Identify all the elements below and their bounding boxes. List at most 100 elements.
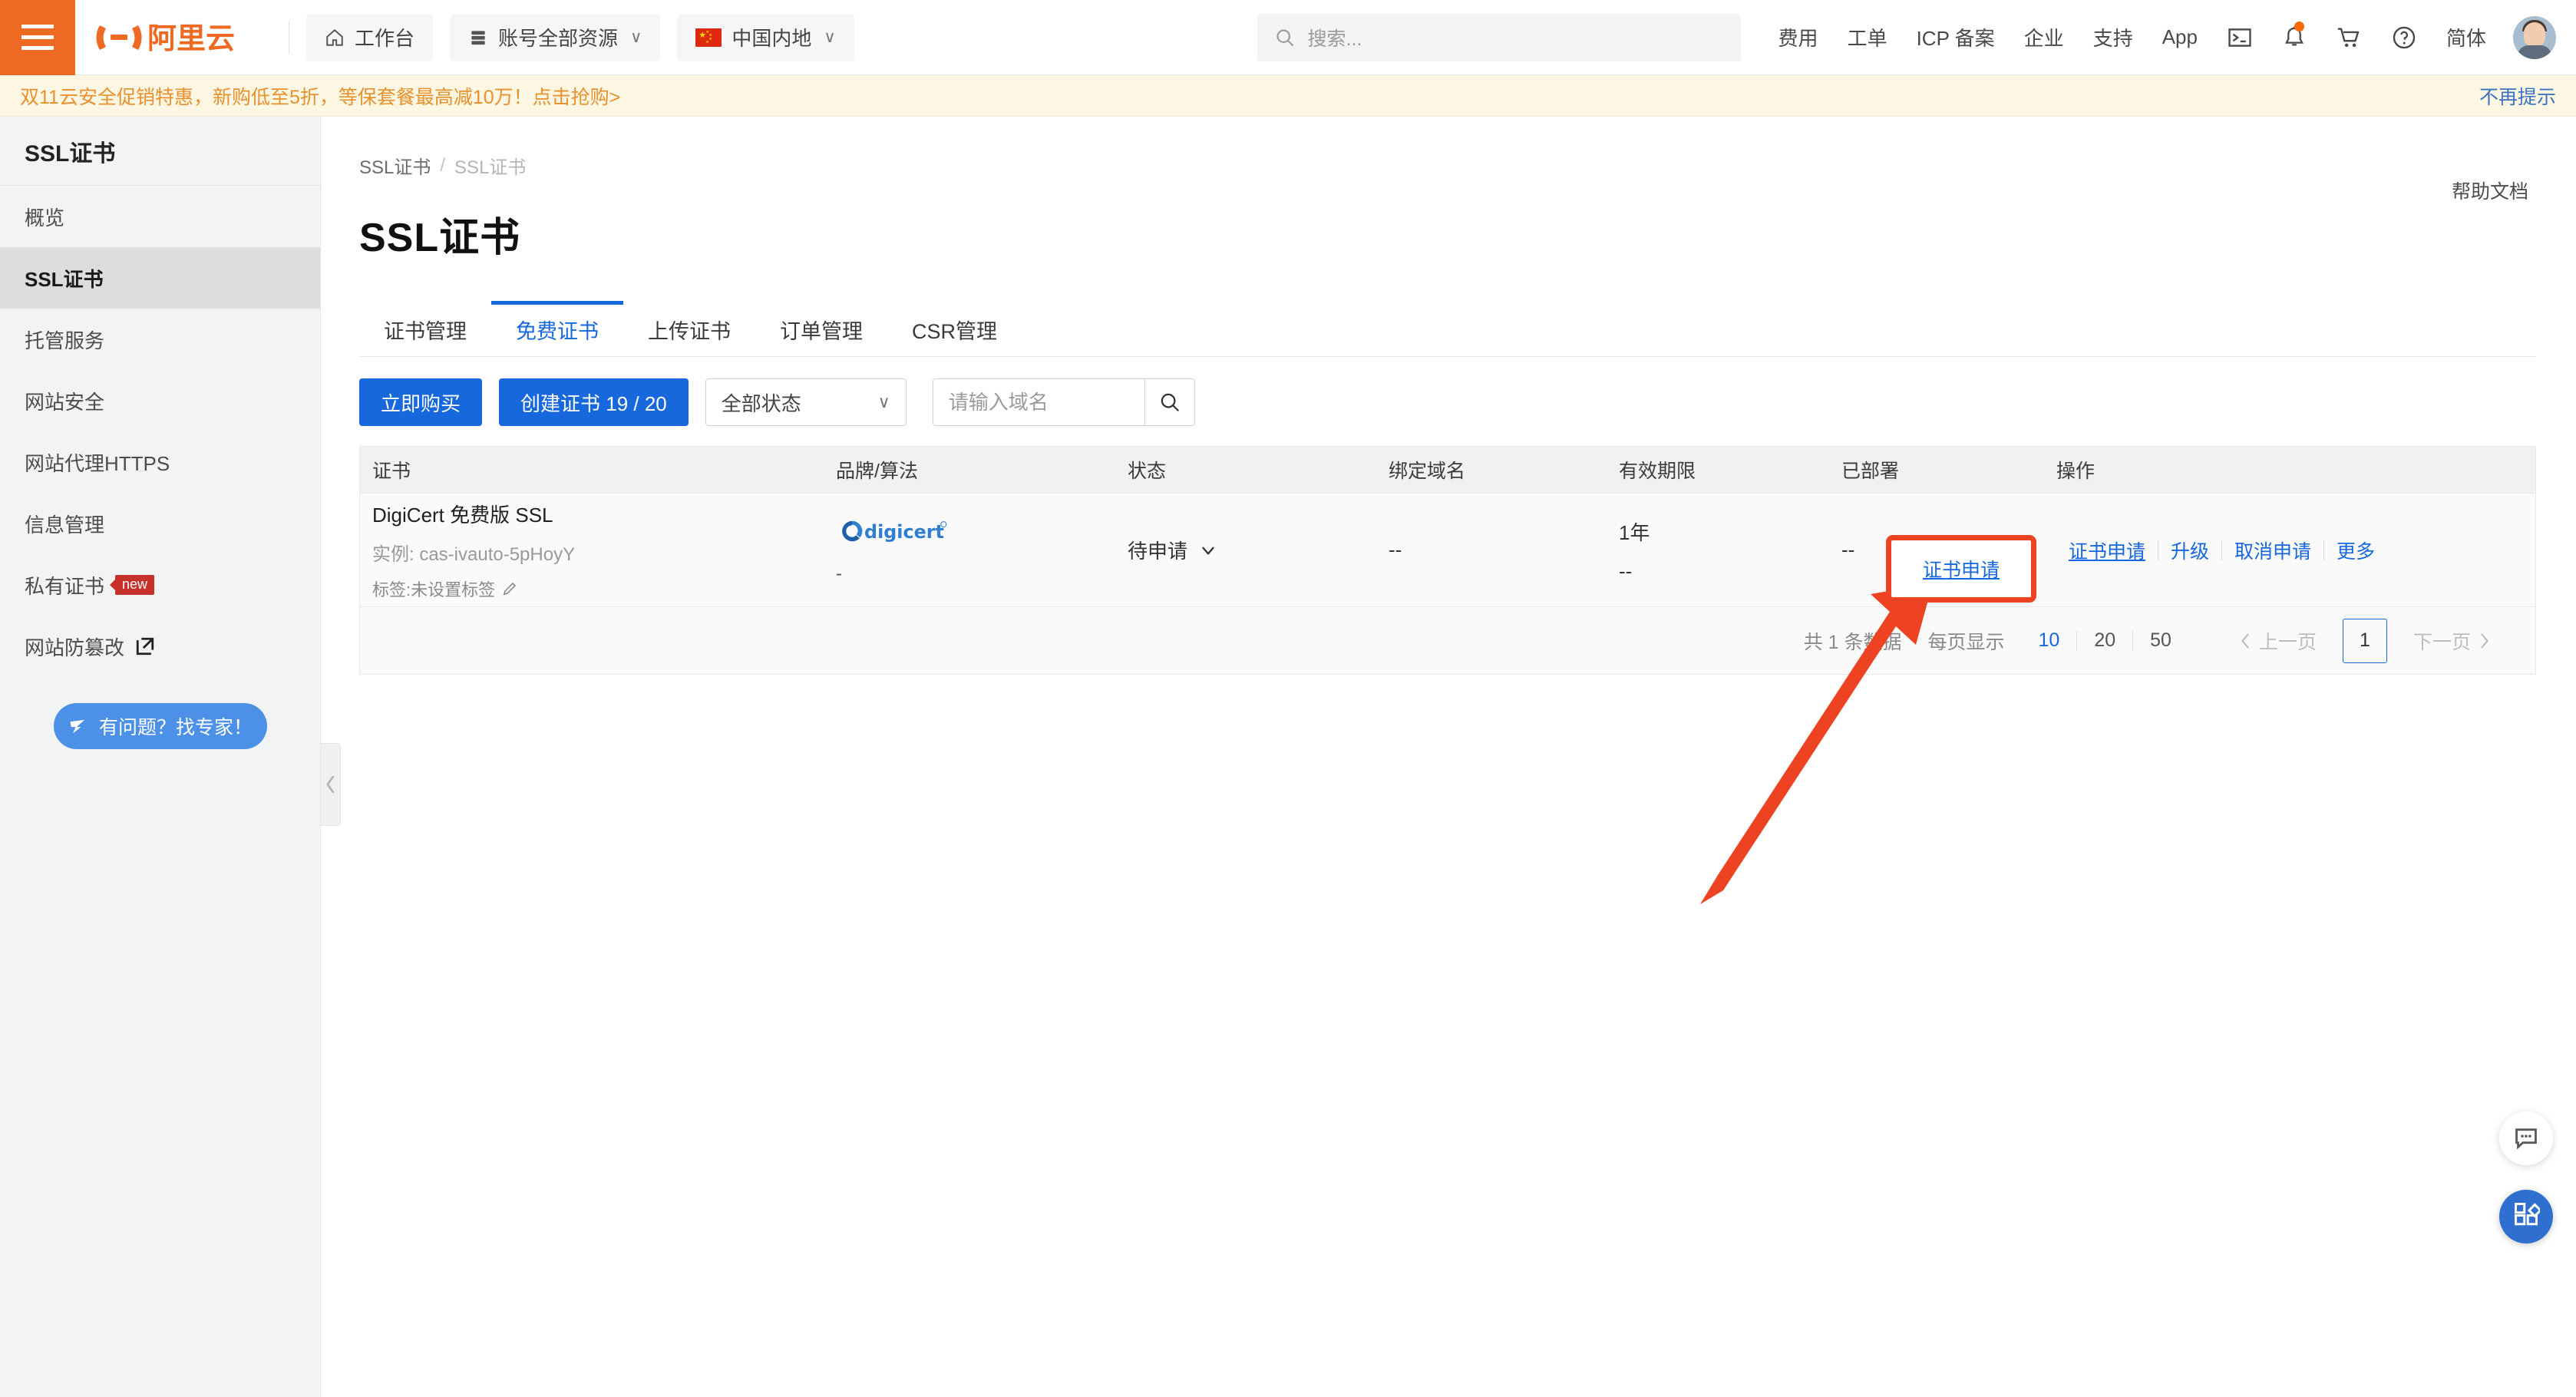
column-header-bound-domain: 绑定域名 — [1389, 461, 1466, 482]
nav-link-tickets[interactable]: 工单 — [1833, 23, 1902, 51]
tab-certificate-management[interactable]: 证书管理 — [359, 302, 491, 356]
all-resources-button[interactable]: 账号全部资源 ∨ — [450, 13, 661, 61]
search-icon — [1276, 29, 1293, 46]
cell-status: 待申请 — [1128, 536, 1389, 564]
pagination-next-label: 下一页 — [2413, 631, 2471, 653]
page-title: SSL证书 — [359, 216, 521, 260]
region-selector[interactable]: ★ ★ ★ ★ ★ 中国内地 ∨ — [677, 13, 854, 61]
sidebar-item-hosting-service[interactable]: 托管服务 — [0, 309, 320, 370]
nav-link-fees[interactable]: 费用 — [1764, 23, 1833, 51]
cell-brand-algorithm: digicert - — [836, 516, 1128, 585]
breadcrumb: SSL证书 / SSL证书 — [359, 152, 2576, 179]
cell-certificate: DigiCert 免费版 SSL 实例: cas-ivauto-5pHoyY 标… — [360, 500, 836, 601]
sidebar-item-private-certificate[interactable]: 私有证书 new — [0, 554, 320, 616]
sidebar-item-website-security[interactable]: 网站安全 — [0, 370, 320, 431]
page-size-50[interactable]: 50 — [2133, 629, 2188, 652]
bell-icon[interactable] — [2267, 21, 2321, 51]
ask-expert-button[interactable]: 有问题？找专家！ — [53, 703, 267, 749]
create-certificate-button[interactable]: 创建证书 19 / 20 — [499, 378, 689, 426]
pagination-next-button[interactable]: 下一页 — [2399, 627, 2505, 655]
new-badge: new — [115, 574, 155, 596]
tab-label: 免费证书 — [516, 319, 599, 343]
help-doc-link[interactable]: 帮助文档 — [2452, 177, 2528, 204]
hamburger-menu-icon[interactable] — [0, 0, 75, 75]
page-size-20[interactable]: 20 — [2077, 629, 2132, 652]
certificate-table: 证书 品牌/算法 状态 绑定域名 有效期限 已部署 操作 DigiCert 免费… — [359, 446, 2536, 675]
chevron-down-icon — [1202, 547, 1214, 554]
tab-upload-certificate[interactable]: 上传证书 — [623, 302, 755, 356]
pagination-prev-button[interactable]: 上一页 — [2225, 627, 2330, 655]
global-search-placeholder: 搜索... — [1307, 28, 1362, 50]
svg-text:阿里云: 阿里云 — [147, 21, 235, 55]
column-header-deployed: 已部署 — [1841, 461, 1900, 482]
cart-icon[interactable] — [2321, 25, 2376, 51]
certificate-tag-label: 标签:未设置标签 — [372, 580, 496, 599]
certificate-name: DigiCert 免费版 SSL — [372, 503, 553, 527]
chat-float-button[interactable] — [2499, 1111, 2553, 1165]
pagination-page-1[interactable]: 1 — [2342, 618, 2387, 663]
sidebar-item-label: 概览 — [25, 206, 65, 230]
notification-dot — [2294, 21, 2304, 31]
global-search-box[interactable]: 搜索... — [1257, 13, 1741, 61]
action-apply-certificate[interactable]: 证书申请 — [2056, 537, 2158, 564]
certificate-tag[interactable]: 标签:未设置标签 — [372, 576, 836, 601]
breadcrumb-item-root[interactable]: SSL证书 — [359, 152, 431, 179]
nav-link-enterprise[interactable]: 企业 — [2010, 23, 2079, 51]
tab-label: 证书管理 — [384, 319, 467, 343]
status-dropdown[interactable]: 待申请 — [1128, 536, 1389, 564]
top-header: 阿里云 工作台 账号全部资源 ∨ ★ ★ ★ ★ ★ 中国内地 ∨ 搜索... … — [0, 0, 2576, 75]
sidebar-collapse-handle[interactable] — [321, 743, 341, 826]
validity-value: 1年 — [1619, 520, 1650, 544]
tab-bar: 证书管理 免费证书 上传证书 订单管理 CSR管理 — [359, 301, 2536, 357]
column-header-certificate: 证书 — [372, 461, 411, 482]
page-size-10[interactable]: 10 — [2022, 629, 2077, 652]
pagination-prev-label: 上一页 — [2258, 631, 2317, 653]
tab-free-certificate[interactable]: 免费证书 — [491, 301, 623, 356]
table-row: DigiCert 免费版 SSL 实例: cas-ivauto-5pHoyY 标… — [359, 494, 2536, 607]
domain-search-input[interactable] — [932, 378, 1144, 426]
sidebar-item-anti-tamper[interactable]: 网站防篡改 — [0, 616, 320, 677]
chevron-down-icon: ∨ — [877, 392, 890, 411]
bound-domain-value: -- — [1389, 538, 1402, 561]
sidebar-item-label: 私有证书 — [25, 574, 105, 598]
workbench-label: 工作台 — [355, 27, 415, 50]
nav-link-app[interactable]: App — [2148, 25, 2212, 49]
action-more[interactable]: 更多 — [2324, 537, 2387, 564]
region-label: 中国内地 — [732, 27, 812, 50]
help-circle-icon[interactable] — [2376, 25, 2432, 51]
column-header-operation: 操作 — [2056, 461, 2095, 482]
action-upgrade[interactable]: 升级 — [2158, 537, 2221, 564]
header-nav: 费用 工单 ICP 备案 企业 支持 App 简体 — [1764, 21, 2501, 51]
tab-order-management[interactable]: 订单管理 — [755, 302, 887, 356]
column-header-brand-algorithm: 品牌/算法 — [836, 461, 918, 482]
domain-search-button[interactable] — [1144, 378, 1195, 426]
sidebar-item-overview[interactable]: 概览 — [0, 186, 320, 247]
brand-algorithm-value: - — [836, 563, 842, 584]
promo-banner-text[interactable]: 双11云安全促销特惠，新购低至5折，等保套餐最高减10万！点击抢购> — [20, 82, 620, 110]
sidebar-item-website-proxy-https[interactable]: 网站代理HTTPS — [0, 431, 320, 493]
breadcrumb-item-current: SSL证书 — [454, 157, 527, 178]
external-link-icon — [135, 636, 155, 656]
language-switcher[interactable]: 简体 — [2432, 23, 2501, 51]
cn-flag-icon: ★ ★ ★ ★ ★ — [695, 28, 722, 47]
promo-dismiss-link[interactable]: 不再提示 — [2479, 82, 2556, 110]
tab-csr-management[interactable]: CSR管理 — [887, 302, 1022, 356]
terminal-icon[interactable] — [2212, 25, 2267, 51]
buy-now-button[interactable]: 立即购买 — [359, 378, 483, 426]
status-filter-select[interactable]: 全部状态 ∨ — [705, 378, 907, 426]
action-cancel-application[interactable]: 取消申请 — [2222, 537, 2323, 564]
user-avatar[interactable] — [2513, 15, 2556, 59]
sidebar-item-ssl-certificate[interactable]: SSL证书 — [0, 247, 320, 309]
sidebar-item-info-management[interactable]: 信息管理 — [0, 493, 320, 554]
nav-link-icp[interactable]: ICP 备案 — [1902, 23, 2010, 51]
apps-float-button[interactable] — [2499, 1190, 2553, 1243]
chevron-down-icon: ∨ — [824, 28, 836, 46]
cell-deployed: -- — [1841, 538, 2056, 562]
workbench-button[interactable]: 工作台 — [306, 13, 434, 61]
row-actions: 证书申请 升级 取消申请 更多 — [2056, 537, 2535, 564]
nav-link-support[interactable]: 支持 — [2079, 23, 2148, 51]
wing-icon — [70, 719, 85, 734]
server-icon — [471, 30, 485, 45]
validity-sub-value: -- — [1619, 559, 1633, 583]
alibaba-cloud-logo[interactable]: 阿里云 — [95, 19, 272, 56]
